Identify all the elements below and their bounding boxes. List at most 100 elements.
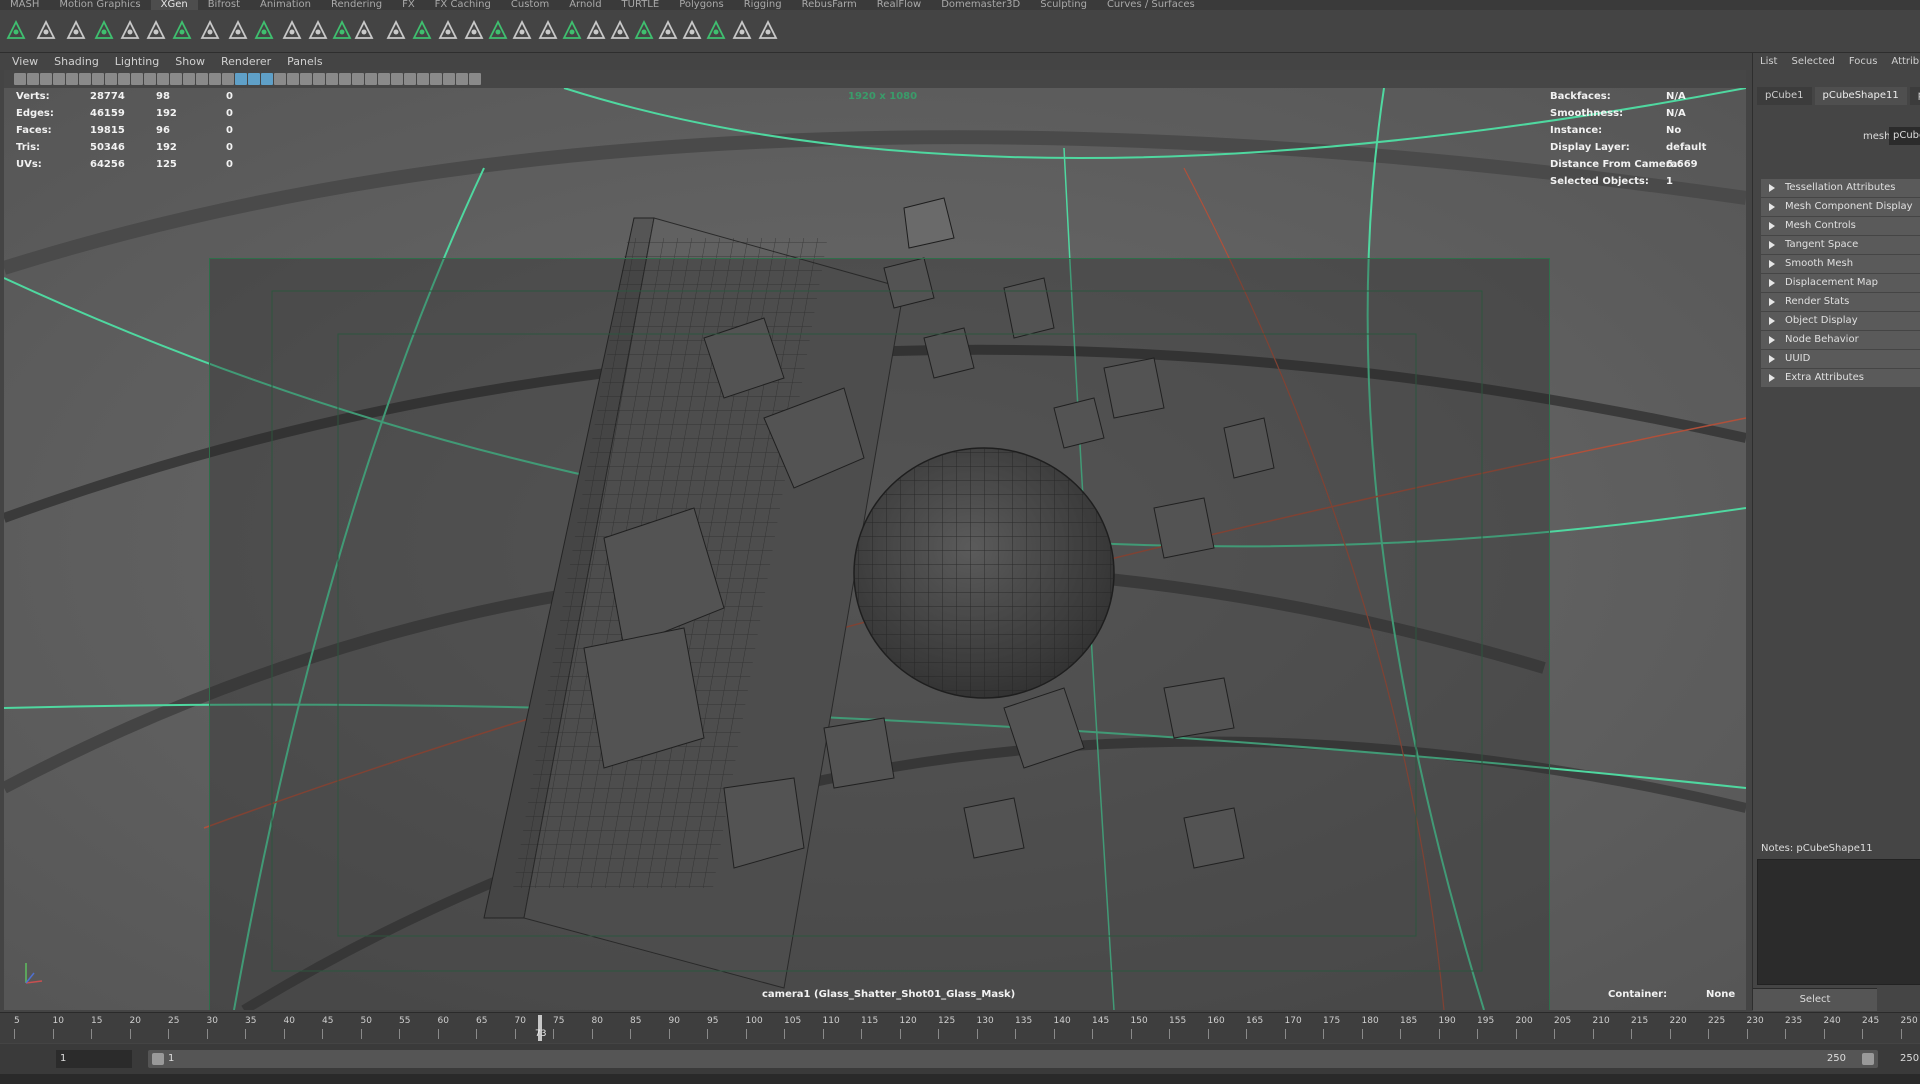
viewport-tool-icon[interactable] xyxy=(27,73,39,85)
viewport-tool-icon[interactable] xyxy=(157,73,169,85)
menu-show[interactable]: Show xyxy=(167,53,213,70)
tab-pcubeshape11[interactable]: pCubeShape11 xyxy=(1814,87,1907,105)
range-handle-left[interactable] xyxy=(152,1053,164,1065)
shelf-tab-rendering[interactable]: Rendering xyxy=(321,0,392,10)
shelf-tool-icon[interactable] xyxy=(64,18,88,42)
shelf-tool-icon[interactable] xyxy=(410,18,434,42)
shelf-tool-icon[interactable] xyxy=(462,18,486,42)
time-slider[interactable]: 5 10 15 20 25 30 35 40 45 50 55 60 65 70 75 80 85 90 95 100… xyxy=(0,1012,1920,1043)
shelf-tab-curves-surfaces[interactable]: Curves / Surfaces xyxy=(1097,0,1205,10)
shelf-tool-icon[interactable] xyxy=(252,18,276,42)
viewport-tool-icon[interactable] xyxy=(222,73,234,85)
shelf-tab-fx-caching[interactable]: FX Caching xyxy=(425,0,501,10)
shelf-tool-icon[interactable] xyxy=(730,18,754,42)
menu-focus[interactable]: Focus xyxy=(1842,53,1885,71)
shelf-tab-motion-graphics[interactable]: Motion Graphics xyxy=(49,0,150,10)
section-tangent-space[interactable]: Tangent Space xyxy=(1761,236,1920,254)
viewport-tool-icon[interactable] xyxy=(92,73,104,85)
shelf-tool-icon[interactable] xyxy=(756,18,780,42)
shelf-tab-custom[interactable]: Custom xyxy=(501,0,559,10)
shelf-tool-icon[interactable] xyxy=(510,18,534,42)
section-mesh-controls[interactable]: Mesh Controls xyxy=(1761,217,1920,235)
range-bar[interactable]: 1 250 xyxy=(148,1050,1878,1068)
viewport-tool-icon[interactable] xyxy=(53,73,65,85)
viewport-tool-icon[interactable] xyxy=(287,73,299,85)
shelf-tool-icon[interactable] xyxy=(280,18,304,42)
viewport-tool-icon[interactable] xyxy=(248,73,260,85)
shelf-tool-icon[interactable] xyxy=(352,18,376,42)
section-displacement-map[interactable]: Displacement Map xyxy=(1761,274,1920,292)
shelf-tool-icon[interactable] xyxy=(632,18,656,42)
section-smooth-mesh[interactable]: Smooth Mesh xyxy=(1761,255,1920,273)
shelf-tab-bifrost[interactable]: Bifrost xyxy=(198,0,250,10)
shelf-tool-icon[interactable] xyxy=(226,18,250,42)
shelf-tool-icon[interactable] xyxy=(306,18,330,42)
xgen-logo-icon[interactable] xyxy=(4,18,28,42)
range-handle-right[interactable] xyxy=(1862,1053,1874,1065)
shelf-tab-xgen[interactable]: XGen xyxy=(150,0,198,10)
viewport-tool-icon[interactable] xyxy=(443,73,455,85)
shelf-tool-icon[interactable] xyxy=(330,18,354,42)
viewport-tool-icon[interactable] xyxy=(105,73,117,85)
menu-view[interactable]: View xyxy=(4,53,46,70)
section-node-behavior[interactable]: Node Behavior xyxy=(1761,331,1920,349)
shelf-tool-icon[interactable] xyxy=(680,18,704,42)
shelf-tool-icon[interactable] xyxy=(170,18,194,42)
3d-viewport[interactable]: 1920 x 1080 Verts: 28774 98 0 Edges: 46159 192… xyxy=(4,88,1746,1010)
shelf-tab-realflow[interactable]: RealFlow xyxy=(867,0,931,10)
section-mesh-component-display[interactable]: Mesh Component Display xyxy=(1761,198,1920,216)
shelf-tool-icon[interactable] xyxy=(584,18,608,42)
shelf-tab-polygons[interactable]: Polygons xyxy=(669,0,734,10)
shelf-tab-turtle[interactable]: TURTLE xyxy=(612,0,670,10)
viewport-tool-icon[interactable] xyxy=(170,73,182,85)
mesh-field[interactable]: pCube xyxy=(1889,127,1920,145)
section-render-stats[interactable]: Render Stats xyxy=(1761,293,1920,311)
viewport-tool-icon[interactable] xyxy=(235,73,247,85)
viewport-tool-icon[interactable] xyxy=(417,73,429,85)
menu-panels[interactable]: Panels xyxy=(279,53,330,70)
shelf-tool-icon[interactable] xyxy=(656,18,680,42)
section-extra-attributes[interactable]: Extra Attributes xyxy=(1761,369,1920,387)
menu-list[interactable]: List xyxy=(1753,53,1784,71)
shelf-tab-rebusfarm[interactable]: RebusFarm xyxy=(792,0,867,10)
tab-pcube1[interactable]: pCube1 xyxy=(1757,87,1812,105)
tab-pc[interactable]: pc xyxy=(1909,87,1920,105)
shelf-tab-arnold[interactable]: Arnold xyxy=(559,0,611,10)
viewport-tool-icon[interactable] xyxy=(456,73,468,85)
menu-lighting[interactable]: Lighting xyxy=(107,53,167,70)
shelf-tool-icon[interactable] xyxy=(704,18,728,42)
viewport-tool-icon[interactable] xyxy=(365,73,377,85)
shelf-tool-icon[interactable] xyxy=(118,18,142,42)
viewport-tool-icon[interactable] xyxy=(183,73,195,85)
notes-textarea[interactable] xyxy=(1757,859,1920,985)
viewport-tool-icon[interactable] xyxy=(144,73,156,85)
viewport-tool-icon[interactable] xyxy=(209,73,221,85)
command-line[interactable] xyxy=(0,1074,1920,1084)
shelf-tool-icon[interactable] xyxy=(92,18,116,42)
viewport-tool-icon[interactable] xyxy=(391,73,403,85)
viewport-tool-icon[interactable] xyxy=(196,73,208,85)
viewport-tool-icon[interactable] xyxy=(430,73,442,85)
shelf-tool-icon[interactable] xyxy=(560,18,584,42)
viewport-tool-icon[interactable] xyxy=(14,73,26,85)
viewport-tool-icon[interactable] xyxy=(40,73,52,85)
menu-selected[interactable]: Selected xyxy=(1784,53,1841,71)
shelf-tool-icon[interactable] xyxy=(34,18,58,42)
shelf-tool-icon[interactable] xyxy=(608,18,632,42)
menu-shading[interactable]: Shading xyxy=(46,53,107,70)
viewport-tool-icon[interactable] xyxy=(404,73,416,85)
shelf-tab-sculpting[interactable]: Sculpting xyxy=(1030,0,1097,10)
viewport-tool-icon[interactable] xyxy=(66,73,78,85)
viewport-tool-icon[interactable] xyxy=(326,73,338,85)
viewport-tool-icon[interactable] xyxy=(339,73,351,85)
viewport-tool-icon[interactable] xyxy=(378,73,390,85)
menu-renderer[interactable]: Renderer xyxy=(213,53,279,70)
shelf-tab-domemaster3d[interactable]: Domemaster3D xyxy=(931,0,1030,10)
viewport-tool-icon[interactable] xyxy=(261,73,273,85)
viewport-tool-icon[interactable] xyxy=(118,73,130,85)
viewport-tool-icon[interactable] xyxy=(352,73,364,85)
shelf-tab-rigging[interactable]: Rigging xyxy=(734,0,792,10)
menu-attributes[interactable]: Attributes xyxy=(1884,53,1920,71)
viewport-tool-icon[interactable] xyxy=(313,73,325,85)
shelf-tool-icon[interactable] xyxy=(198,18,222,42)
